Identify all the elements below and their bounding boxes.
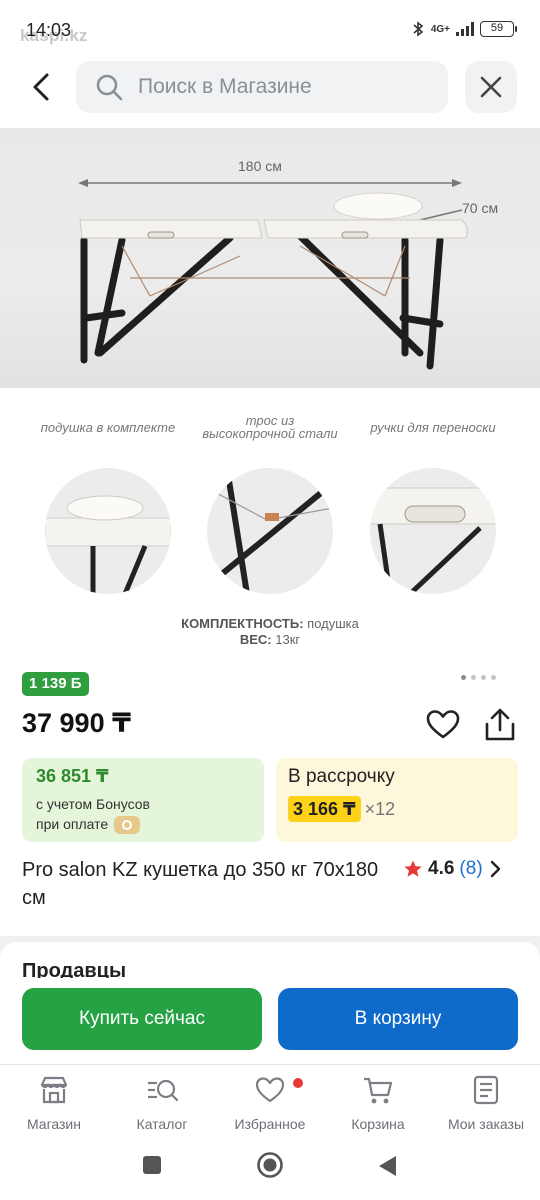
installment-card[interactable]: В рассрочку 3 166 ₸ ×12	[276, 758, 518, 842]
search-input[interactable]: Поиск в Магазине	[76, 61, 448, 113]
spec-weight-value: 13кг	[275, 632, 301, 647]
installment-row: 3 166 ₸ ×12	[288, 796, 506, 822]
network-type: 4G+	[430, 23, 450, 35]
nav-label-cart: Корзина	[351, 1116, 405, 1132]
back-button[interactable]	[18, 64, 64, 110]
recent-apps-icon[interactable]	[141, 1154, 163, 1176]
pager-dot	[491, 675, 496, 680]
pager-dot	[471, 675, 476, 680]
bonus-price-card[interactable]: 36 851 ₸ с учетом Бонусов при оплате	[22, 758, 264, 842]
back-arrow-icon	[33, 73, 49, 101]
orders-icon	[473, 1075, 499, 1105]
installment-title: В рассрочку	[288, 766, 395, 787]
feature-image-handles	[370, 468, 496, 594]
search-placeholder: Поиск в Магазине	[138, 75, 312, 98]
search-icon	[96, 74, 123, 101]
installment-months: ×12	[364, 798, 396, 819]
feature-image-cable	[207, 468, 333, 594]
pager-dot	[481, 675, 486, 680]
bonus-line-2: при оплате	[36, 816, 109, 832]
product-price: 37 990 ₸	[22, 708, 131, 738]
catalog-search-icon	[148, 1079, 179, 1102]
spec-completeness-value: подушка	[307, 616, 359, 631]
nav-item-catalog[interactable]: Каталог	[108, 1073, 216, 1132]
rating-link[interactable]: 4.6 (8)	[403, 858, 502, 880]
chevron-right-icon	[490, 860, 500, 878]
bonus-badge: 1 139 Б	[22, 672, 89, 696]
nav-item-orders[interactable]: Мои заказы	[432, 1073, 540, 1132]
kaspi-pay-icon	[114, 816, 141, 835]
nav-item-shop[interactable]: Магазин	[0, 1073, 108, 1132]
action-bar: Купить сейчас В корзину	[0, 978, 540, 1064]
product-image[interactable]: 180 см 70 см	[0, 128, 540, 388]
battery-icon: 59	[480, 21, 517, 37]
nav-label-orders: Мои заказы	[447, 1116, 525, 1132]
spec-completeness-label: КОМПЛЕКТНОСТЬ:	[181, 616, 304, 631]
share-icon[interactable]	[482, 706, 518, 744]
nav-item-favorites[interactable]: Избранное	[216, 1073, 324, 1132]
shop-icon	[40, 1076, 68, 1104]
feature-caption-handles: ручки для переноски	[370, 420, 496, 435]
cart-icon	[364, 1077, 393, 1104]
heart-icon	[255, 1077, 285, 1103]
battery-level: 59	[490, 22, 504, 34]
favorite-heart-icon[interactable]	[424, 706, 462, 744]
rating-value: 4.6	[428, 858, 455, 879]
review-count: (8)	[459, 858, 483, 879]
status-time: 14:03	[26, 20, 72, 40]
notification-dot	[293, 1078, 303, 1088]
nav-item-cart[interactable]: Корзина	[324, 1073, 432, 1132]
nav-label-shop: Магазин	[26, 1116, 81, 1132]
home-icon[interactable]	[256, 1151, 284, 1179]
spec-weight: ВЕС: 13кг	[0, 632, 540, 647]
installment-monthly: 3 166 ₸	[288, 796, 361, 822]
image-pager	[461, 675, 496, 680]
spec-completeness: КОМПЛЕКТНОСТЬ: подушка	[0, 616, 540, 631]
status-bar: kaspi.kz 14:03 4G+ 59	[0, 0, 540, 58]
pager-dot	[461, 675, 466, 680]
feature-caption-cable: трос из высокопрочной стали	[202, 413, 338, 441]
close-icon	[480, 76, 502, 98]
dimension-width: 70 см	[462, 200, 499, 216]
star-icon	[404, 860, 422, 877]
nav-label-favorites: Избранное	[234, 1116, 306, 1132]
product-title: Pro salon KZ кушетка до 350 кг 70х180 см	[22, 859, 379, 909]
spec-weight-label: ВЕС:	[239, 632, 272, 647]
system-navigation	[0, 1140, 540, 1200]
feature-image-pillow	[45, 468, 171, 594]
signal-icon	[456, 22, 474, 36]
dimension-length: 180 см	[238, 158, 282, 174]
feature-caption-pillow: подушка в комплекте	[40, 420, 176, 435]
search-header: Поиск в Магазине	[0, 58, 540, 116]
product-features: подушка в комплекте трос из высокопрочно…	[0, 388, 540, 658]
bonus-line-1: с учетом Бонусов	[36, 796, 150, 812]
bottom-navigation: Магазин Каталог Избранное Корзина Мои за…	[0, 1064, 540, 1140]
bluetooth-icon	[413, 21, 424, 37]
nav-label-catalog: Каталог	[136, 1116, 188, 1132]
buy-now-button[interactable]: Купить сейчас	[22, 988, 262, 1050]
back-triangle-icon[interactable]	[376, 1154, 398, 1178]
add-to-cart-button[interactable]: В корзину	[278, 988, 518, 1050]
bonus-description: с учетом Бонусов при оплате	[36, 794, 250, 835]
bonus-price: 36 851 ₸	[36, 766, 109, 786]
status-icons: 4G+ 59	[411, 20, 517, 38]
close-button[interactable]	[465, 61, 517, 113]
